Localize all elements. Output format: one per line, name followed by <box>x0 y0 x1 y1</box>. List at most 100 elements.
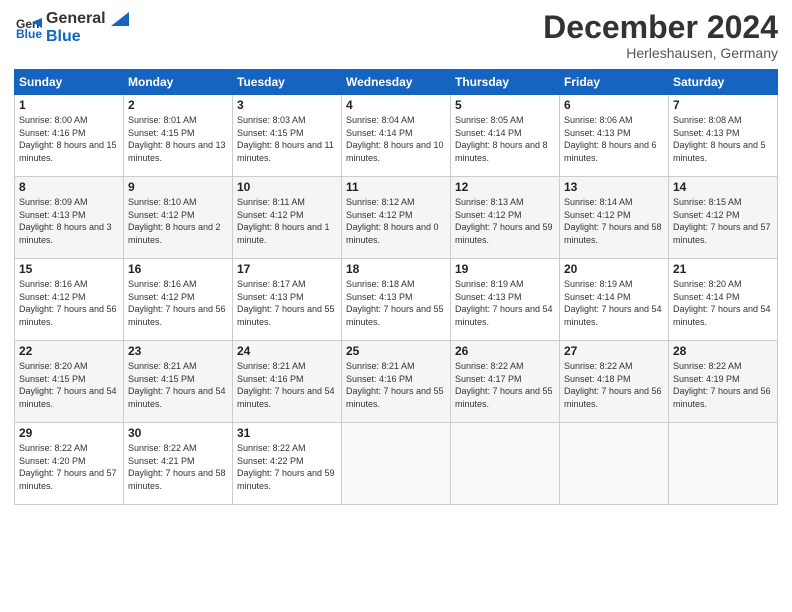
cell-content: Sunrise: 8:18 AMSunset: 4:13 PMDaylight:… <box>346 278 446 328</box>
cell-content: Sunrise: 8:15 AMSunset: 4:12 PMDaylight:… <box>673 196 773 246</box>
day-number: 3 <box>237 98 337 112</box>
day-number: 14 <box>673 180 773 194</box>
table-row: 9 Sunrise: 8:10 AMSunset: 4:12 PMDayligh… <box>124 177 233 259</box>
cell-content: Sunrise: 8:12 AMSunset: 4:12 PMDaylight:… <box>346 196 446 246</box>
table-row: 6 Sunrise: 8:06 AMSunset: 4:13 PMDayligh… <box>560 95 669 177</box>
table-row <box>342 423 451 505</box>
table-row: 7 Sunrise: 8:08 AMSunset: 4:13 PMDayligh… <box>669 95 778 177</box>
cell-content: Sunrise: 8:22 AMSunset: 4:21 PMDaylight:… <box>128 442 228 492</box>
table-row: 28 Sunrise: 8:22 AMSunset: 4:19 PMDaylig… <box>669 341 778 423</box>
day-number: 22 <box>19 344 119 358</box>
table-row: 12 Sunrise: 8:13 AMSunset: 4:12 PMDaylig… <box>451 177 560 259</box>
header-friday: Friday <box>560 70 669 95</box>
calendar-row: 15 Sunrise: 8:16 AMSunset: 4:12 PMDaylig… <box>15 259 778 341</box>
cell-content: Sunrise: 8:10 AMSunset: 4:12 PMDaylight:… <box>128 196 228 246</box>
table-row: 20 Sunrise: 8:19 AMSunset: 4:14 PMDaylig… <box>560 259 669 341</box>
calendar-row: 29 Sunrise: 8:22 AMSunset: 4:20 PMDaylig… <box>15 423 778 505</box>
logo-text-block: General Blue <box>46 10 129 45</box>
cell-content: Sunrise: 8:20 AMSunset: 4:15 PMDaylight:… <box>19 360 119 410</box>
day-number: 25 <box>346 344 446 358</box>
day-number: 24 <box>237 344 337 358</box>
table-row: 16 Sunrise: 8:16 AMSunset: 4:12 PMDaylig… <box>124 259 233 341</box>
month-title: December 2024 <box>543 10 778 45</box>
cell-content: Sunrise: 8:01 AMSunset: 4:15 PMDaylight:… <box>128 114 228 164</box>
cell-content: Sunrise: 8:16 AMSunset: 4:12 PMDaylight:… <box>128 278 228 328</box>
cell-content: Sunrise: 8:09 AMSunset: 4:13 PMDaylight:… <box>19 196 119 246</box>
cell-content: Sunrise: 8:19 AMSunset: 4:13 PMDaylight:… <box>455 278 555 328</box>
table-row: 1 Sunrise: 8:00 AMSunset: 4:16 PMDayligh… <box>15 95 124 177</box>
cell-content: Sunrise: 8:06 AMSunset: 4:13 PMDaylight:… <box>564 114 664 164</box>
cell-content: Sunrise: 8:05 AMSunset: 4:14 PMDaylight:… <box>455 114 555 164</box>
cell-content: Sunrise: 8:17 AMSunset: 4:13 PMDaylight:… <box>237 278 337 328</box>
cell-content: Sunrise: 8:19 AMSunset: 4:14 PMDaylight:… <box>564 278 664 328</box>
table-row: 15 Sunrise: 8:16 AMSunset: 4:12 PMDaylig… <box>15 259 124 341</box>
table-row: 11 Sunrise: 8:12 AMSunset: 4:12 PMDaylig… <box>342 177 451 259</box>
day-number: 5 <box>455 98 555 112</box>
header-thursday: Thursday <box>451 70 560 95</box>
table-row: 14 Sunrise: 8:15 AMSunset: 4:12 PMDaylig… <box>669 177 778 259</box>
day-number: 27 <box>564 344 664 358</box>
day-number: 31 <box>237 426 337 440</box>
table-row: 8 Sunrise: 8:09 AMSunset: 4:13 PMDayligh… <box>15 177 124 259</box>
calendar-row: 1 Sunrise: 8:00 AMSunset: 4:16 PMDayligh… <box>15 95 778 177</box>
calendar-header-row: Sunday Monday Tuesday Wednesday Thursday… <box>15 70 778 95</box>
location: Herleshausen, Germany <box>543 45 778 61</box>
day-number: 9 <box>128 180 228 194</box>
table-row: 18 Sunrise: 8:18 AMSunset: 4:13 PMDaylig… <box>342 259 451 341</box>
calendar-table: Sunday Monday Tuesday Wednesday Thursday… <box>14 69 778 505</box>
cell-content: Sunrise: 8:22 AMSunset: 4:17 PMDaylight:… <box>455 360 555 410</box>
day-number: 28 <box>673 344 773 358</box>
day-number: 16 <box>128 262 228 276</box>
table-row: 29 Sunrise: 8:22 AMSunset: 4:20 PMDaylig… <box>15 423 124 505</box>
cell-content: Sunrise: 8:08 AMSunset: 4:13 PMDaylight:… <box>673 114 773 164</box>
table-row <box>669 423 778 505</box>
table-row: 31 Sunrise: 8:22 AMSunset: 4:22 PMDaylig… <box>233 423 342 505</box>
table-row <box>560 423 669 505</box>
day-number: 19 <box>455 262 555 276</box>
page-container: General Blue General Blue December 2024 … <box>0 0 792 612</box>
cell-content: Sunrise: 8:21 AMSunset: 4:15 PMDaylight:… <box>128 360 228 410</box>
cell-content: Sunrise: 8:20 AMSunset: 4:14 PMDaylight:… <box>673 278 773 328</box>
logo-triangle-icon <box>111 12 129 26</box>
header-wednesday: Wednesday <box>342 70 451 95</box>
cell-content: Sunrise: 8:22 AMSunset: 4:22 PMDaylight:… <box>237 442 337 492</box>
day-number: 1 <box>19 98 119 112</box>
cell-content: Sunrise: 8:11 AMSunset: 4:12 PMDaylight:… <box>237 196 337 246</box>
day-number: 12 <box>455 180 555 194</box>
table-row: 2 Sunrise: 8:01 AMSunset: 4:15 PMDayligh… <box>124 95 233 177</box>
table-row: 13 Sunrise: 8:14 AMSunset: 4:12 PMDaylig… <box>560 177 669 259</box>
logo-blue: Blue <box>46 28 129 46</box>
day-number: 21 <box>673 262 773 276</box>
cell-content: Sunrise: 8:16 AMSunset: 4:12 PMDaylight:… <box>19 278 119 328</box>
day-number: 11 <box>346 180 446 194</box>
table-row: 30 Sunrise: 8:22 AMSunset: 4:21 PMDaylig… <box>124 423 233 505</box>
svg-text:Blue: Blue <box>16 27 42 41</box>
header: General Blue General Blue December 2024 … <box>14 10 778 61</box>
day-number: 7 <box>673 98 773 112</box>
cell-content: Sunrise: 8:04 AMSunset: 4:14 PMDaylight:… <box>346 114 446 164</box>
table-row <box>451 423 560 505</box>
calendar-row: 22 Sunrise: 8:20 AMSunset: 4:15 PMDaylig… <box>15 341 778 423</box>
cell-content: Sunrise: 8:00 AMSunset: 4:16 PMDaylight:… <box>19 114 119 164</box>
logo: General Blue General Blue <box>14 10 129 45</box>
day-number: 17 <box>237 262 337 276</box>
cell-content: Sunrise: 8:21 AMSunset: 4:16 PMDaylight:… <box>346 360 446 410</box>
cell-content: Sunrise: 8:22 AMSunset: 4:20 PMDaylight:… <box>19 442 119 492</box>
header-tuesday: Tuesday <box>233 70 342 95</box>
day-number: 29 <box>19 426 119 440</box>
table-row: 4 Sunrise: 8:04 AMSunset: 4:14 PMDayligh… <box>342 95 451 177</box>
logo-general: General <box>46 10 129 28</box>
table-row: 23 Sunrise: 8:21 AMSunset: 4:15 PMDaylig… <box>124 341 233 423</box>
day-number: 20 <box>564 262 664 276</box>
cell-content: Sunrise: 8:13 AMSunset: 4:12 PMDaylight:… <box>455 196 555 246</box>
day-number: 13 <box>564 180 664 194</box>
day-number: 4 <box>346 98 446 112</box>
table-row: 17 Sunrise: 8:17 AMSunset: 4:13 PMDaylig… <box>233 259 342 341</box>
header-monday: Monday <box>124 70 233 95</box>
day-number: 15 <box>19 262 119 276</box>
day-number: 26 <box>455 344 555 358</box>
table-row: 3 Sunrise: 8:03 AMSunset: 4:15 PMDayligh… <box>233 95 342 177</box>
day-number: 8 <box>19 180 119 194</box>
cell-content: Sunrise: 8:03 AMSunset: 4:15 PMDaylight:… <box>237 114 337 164</box>
day-number: 23 <box>128 344 228 358</box>
